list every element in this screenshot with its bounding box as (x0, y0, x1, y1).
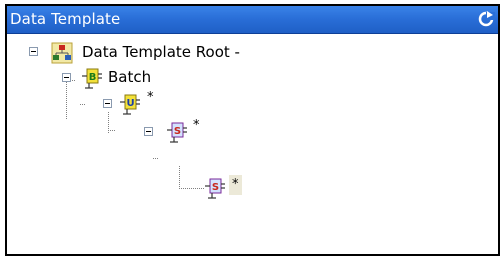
template-tree[interactable]: Data Template Root - B Batch U * S * S * (7, 34, 498, 254)
collapse-icon[interactable] (62, 73, 71, 82)
tree-node-level2[interactable]: U * (7, 90, 207, 115)
u-node-icon: U (119, 93, 141, 119)
collapse-icon[interactable] (29, 47, 38, 56)
svg-text:S: S (174, 126, 181, 137)
panel-titlebar: Data Template (7, 6, 498, 34)
tree-node-label: * (193, 118, 200, 133)
svg-text:B: B (89, 72, 97, 83)
org-chart-icon (51, 42, 73, 68)
tree-connector (153, 158, 159, 159)
panel-title: Data Template (10, 10, 121, 28)
tree-node-level3[interactable]: S * (7, 118, 247, 143)
tree-node-root[interactable]: Data Template Root - (7, 42, 337, 64)
refresh-icon[interactable] (477, 9, 495, 29)
tree-node-level4[interactable]: S * (7, 175, 267, 199)
collapse-icon[interactable] (144, 127, 153, 136)
tree-node-label: * (229, 175, 242, 195)
tree-node-label: * (147, 90, 154, 105)
tree-node-batch[interactable]: B Batch (7, 67, 267, 89)
tree-node-label: Data Template Root - (82, 43, 240, 61)
data-template-panel: Data Template Data Template Root - B Bat… (5, 4, 500, 256)
svg-text:S: S (212, 182, 219, 193)
s-node-icon: S (166, 121, 188, 147)
svg-text:U: U (126, 98, 134, 109)
batch-node-icon: B (81, 67, 103, 93)
collapse-icon[interactable] (103, 99, 112, 108)
tree-node-label: Batch (108, 68, 152, 86)
s-node-icon: S (204, 177, 226, 203)
